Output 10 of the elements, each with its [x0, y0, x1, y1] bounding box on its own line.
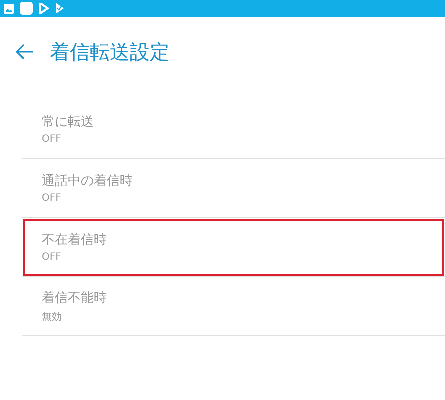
setting-value: OFF — [42, 252, 62, 263]
square-icon — [20, 2, 33, 15]
setting-value: 無効 — [42, 310, 63, 324]
setting-value: OFF — [42, 134, 62, 145]
image-icon — [4, 4, 14, 14]
back-icon[interactable] — [16, 44, 34, 60]
setting-value: OFF — [42, 193, 62, 204]
play-icon — [39, 3, 49, 14]
page-title: 着信転送設定 — [50, 38, 170, 66]
check-icon — [55, 3, 65, 14]
